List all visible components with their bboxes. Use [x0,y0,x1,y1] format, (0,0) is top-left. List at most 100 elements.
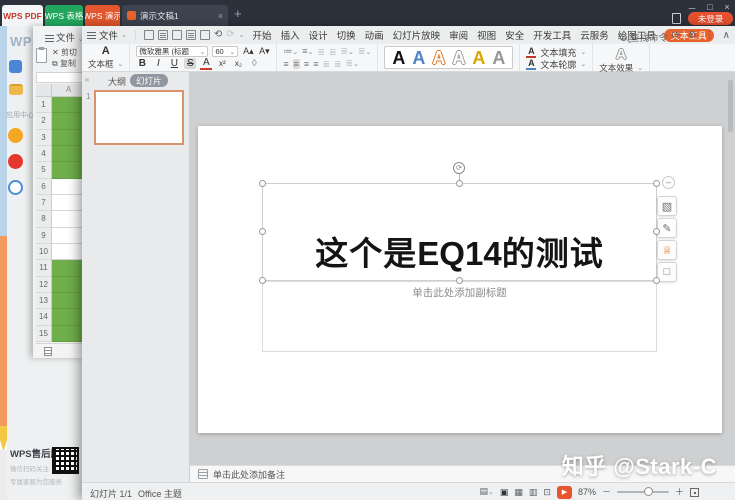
sheet-cell-a4[interactable] [52,146,85,162]
zoom-in-button[interactable]: ＋ [675,487,684,497]
open-folder-icon[interactable] [9,84,23,95]
app-tab-wps-show[interactable]: WPS 演示 [85,5,120,26]
row-number-12[interactable]: 12 [36,277,52,293]
sheet-cell-a9[interactable] [52,228,85,244]
menu-插入[interactable]: 插入 [280,27,301,43]
slide-thumbnail[interactable] [94,90,184,145]
normal-view-icon[interactable]: ▣ [500,487,509,497]
slide-1[interactable]: 这个是EQ14的测试 单击此处添加副标题 ⟳ – ▧ ✎ ♕ □ [198,126,722,433]
indent-decrease-icon[interactable]: ≣ [317,47,325,57]
slides-tab[interactable]: 幻灯片 [130,74,168,87]
close-window-button[interactable]: × [721,2,733,12]
superscript-button[interactable]: x² [216,58,228,69]
subscript-button[interactable]: x₂ [232,58,244,69]
row-number-8[interactable]: 8 [36,211,52,227]
sheet-cell-a8[interactable] [52,211,85,227]
clear-format-icon[interactable]: ◊ [248,58,260,69]
app-tab-wps-sheet[interactable]: WPS 表格 [45,5,83,26]
column-header-a[interactable]: A [52,84,85,96]
sheet-cell-a14[interactable] [52,309,85,325]
align-left-icon[interactable]: ≡ [283,59,288,69]
cloud-docs-icon[interactable] [8,180,23,195]
shape-format-icon[interactable]: □ [657,262,677,282]
increase-font-icon[interactable]: A▴ [242,46,254,57]
collapse-panel-icon[interactable]: « [85,75,89,84]
wordart-style-black[interactable]: A [392,48,405,68]
reading-view-icon[interactable]: ▥ [529,487,538,497]
font-family-select[interactable]: 微软雅黑 (标题⌄ [136,46,208,57]
selection-handle-se[interactable] [653,277,660,284]
distribute-icon[interactable]: ≣ [322,59,330,69]
document-tab[interactable]: 演示文稿1 × [122,5,228,26]
scrollbar-thumb[interactable] [728,80,733,132]
sheet-cell-a7[interactable] [52,195,85,211]
row-number-10[interactable]: 10 [36,244,52,260]
quickbar-more-icon[interactable]: ⌄ [239,31,245,39]
align-justify-icon[interactable]: ≡ [313,59,318,69]
menu-云服务[interactable]: 云服务 [579,27,610,43]
zoom-slider-handle[interactable] [644,487,653,496]
bold-button[interactable]: B [136,58,148,69]
numbered-list-icon[interactable]: ≡⌄ [302,46,313,58]
menu-审阅[interactable]: 审阅 [448,27,469,43]
document-icon[interactable] [672,13,681,24]
selection-handle-w[interactable] [259,228,266,235]
sheet-cell-a10[interactable] [52,244,85,260]
sheet-cell-a15[interactable] [52,326,85,342]
columns-icon[interactable]: ≣ [334,59,342,69]
menu-切换[interactable]: 切换 [336,27,357,43]
edit-pencil-icon[interactable]: ✎ [657,218,677,238]
menu-动画[interactable]: 动画 [364,27,385,43]
notes-toggle-icon[interactable]: ▤⌄ [479,486,493,498]
selection-handle-s[interactable] [456,277,463,284]
outline-tab[interactable]: 大纲 [108,75,126,88]
fit-slide-icon[interactable] [690,488,699,497]
slide-title-text[interactable]: 这个是EQ14的测试 [262,236,657,272]
beautify-icon[interactable]: ♕ [657,240,677,260]
row-number-13[interactable]: 13 [36,293,52,309]
row-number-3[interactable]: 3 [36,130,52,146]
wps-member-icon[interactable] [8,128,23,143]
menu-设计[interactable]: 设计 [308,27,329,43]
bullet-list-icon[interactable]: ≔⌄ [283,46,298,58]
font-color-button[interactable]: A [200,57,212,70]
selection-handle-nw[interactable] [259,180,266,187]
zoom-level[interactable]: 87% [578,487,596,497]
cut-button[interactable]: ✕ 剪切 [52,47,77,58]
menu-开发工具[interactable]: 开发工具 [532,27,572,43]
zoom-slider[interactable] [617,491,669,493]
more-options-icon[interactable]: ⋮ [705,30,715,41]
sheet-cell-a11[interactable] [52,260,85,276]
redo-icon[interactable]: ⟳ [226,30,234,40]
maximize-button[interactable]: □ [704,2,716,12]
selection-handle-n[interactable] [456,180,463,187]
row-number-4[interactable]: 4 [36,146,52,162]
rotation-handle[interactable]: ⟳ [453,162,465,174]
menu-视图[interactable]: 视图 [476,27,497,43]
sync-icon[interactable]: ⟳ [671,30,679,41]
selection-handle-sw[interactable] [259,277,266,284]
text-fill-button[interactable]: A 文本填充 ⌄ [526,46,586,58]
sheet-cell-a2[interactable] [52,113,85,129]
slideshow-play-button[interactable]: ▶ [557,486,572,499]
align-right-icon[interactable]: ≡ [304,59,309,69]
row-number-5[interactable]: 5 [36,162,52,178]
copy-button[interactable]: ⧉ 复制 [52,58,76,69]
selection-handle-e[interactable] [653,228,660,235]
sheet-tab-icon[interactable] [44,347,52,356]
app-tab-wps-pdf[interactable]: WPS PDF [2,5,43,26]
sheet-cell-a6[interactable] [52,179,85,195]
selection-handle-ne[interactable] [653,180,660,187]
collapse-ribbon-icon[interactable]: ∧ [723,30,730,41]
wordart-style-blue[interactable]: A [412,48,425,68]
save-icon[interactable] [172,30,182,40]
line-spacing-icon[interactable]: ≣⌄ [358,46,371,58]
object-properties-icon[interactable]: ▧ [657,196,677,216]
sheet-cell-a3[interactable] [52,130,85,146]
row-number-6[interactable]: 6 [36,179,52,195]
sheet-file-menu[interactable]: 文件 ⌄ [45,30,84,44]
login-button[interactable]: 未登录 [688,12,733,25]
zoom-out-button[interactable]: － [602,487,611,497]
indent-increase-icon[interactable]: ≣ [329,47,337,57]
paragraph-settings-icon[interactable]: ≣⌄ [346,58,359,70]
